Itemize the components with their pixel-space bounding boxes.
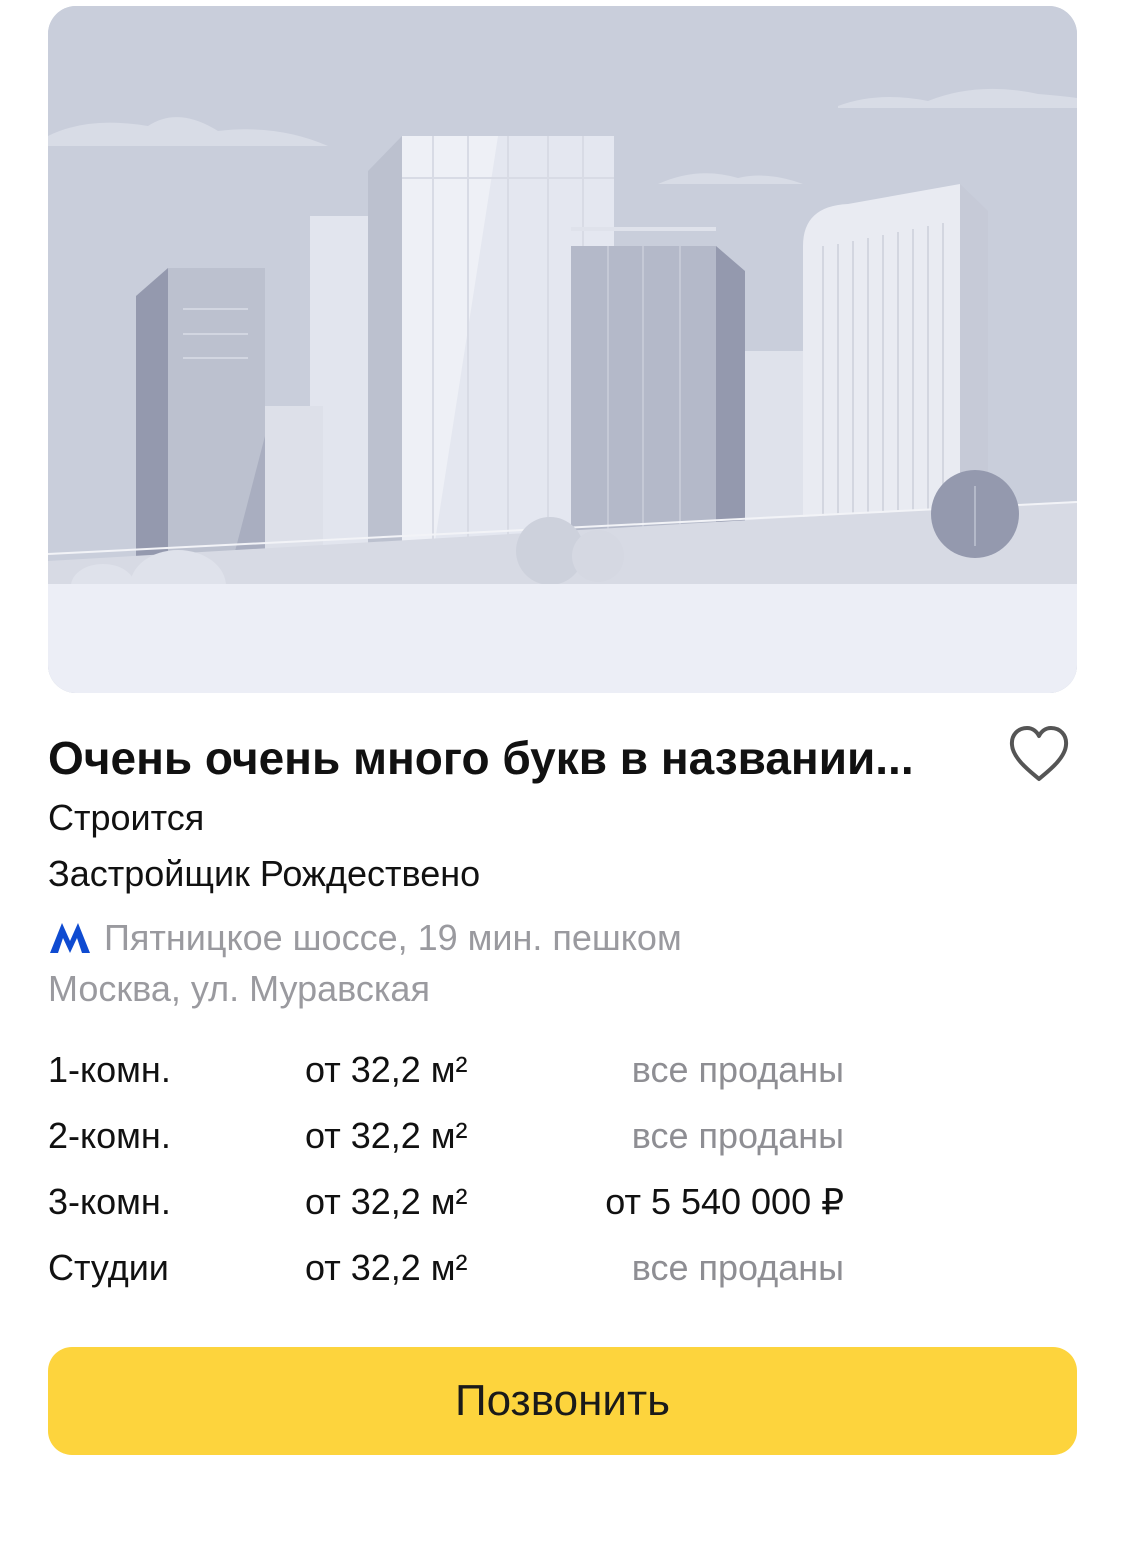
room-area: от 32,2 м² [305, 1115, 468, 1156]
room-type: 1-комн. [48, 1049, 171, 1090]
building-placeholder-image [48, 6, 1077, 693]
title-row: Очень очень много букв в названии... [48, 722, 1077, 792]
room-type: 3-комн. [48, 1181, 171, 1222]
room-row[interactable]: 1-комн. от 32,2 м² все проданы [48, 1040, 848, 1106]
room-area: от 32,2 м² [305, 1049, 468, 1090]
room-row[interactable]: 3-комн. от 32,2 м² от 5 540 000 ₽ [48, 1172, 848, 1238]
room-price: все проданы [631, 1049, 844, 1090]
listing-title[interactable]: Очень очень много букв в названии... [48, 728, 968, 788]
developer-name[interactable]: Застройщик Рождествено [48, 852, 480, 896]
favorite-button[interactable] [1007, 724, 1071, 784]
room-area: от 32,2 м² [305, 1181, 468, 1222]
room-area: от 32,2 м² [305, 1247, 468, 1288]
room-type: Студии [48, 1247, 169, 1288]
newbuilding-card: Очень очень много букв в названии... Стр… [0, 0, 1125, 1551]
metro-m-icon [50, 923, 90, 953]
metro-info: Пятницкое шоссе, 19 мин. пешком [48, 916, 682, 960]
room-row[interactable]: Студии от 32,2 м² все проданы [48, 1238, 848, 1304]
room-price: от 5 540 000 ₽ [605, 1181, 844, 1222]
address: Москва, ул. Муравская [48, 968, 430, 1009]
room-row[interactable]: 2-комн. от 32,2 м² все проданы [48, 1106, 848, 1172]
metro-station-text: Пятницкое шоссе, 19 мин. пешком [104, 917, 682, 958]
room-price-table: 1-комн. от 32,2 м² все проданы 2-комн. от 32… [48, 1040, 848, 1304]
call-button[interactable]: Позвонить [48, 1347, 1077, 1455]
room-price: все проданы [631, 1115, 844, 1156]
heart-outline-icon [1009, 726, 1069, 781]
room-type: 2-комн. [48, 1115, 171, 1156]
room-price: все проданы [631, 1247, 844, 1288]
construction-status: Строится [48, 797, 205, 838]
